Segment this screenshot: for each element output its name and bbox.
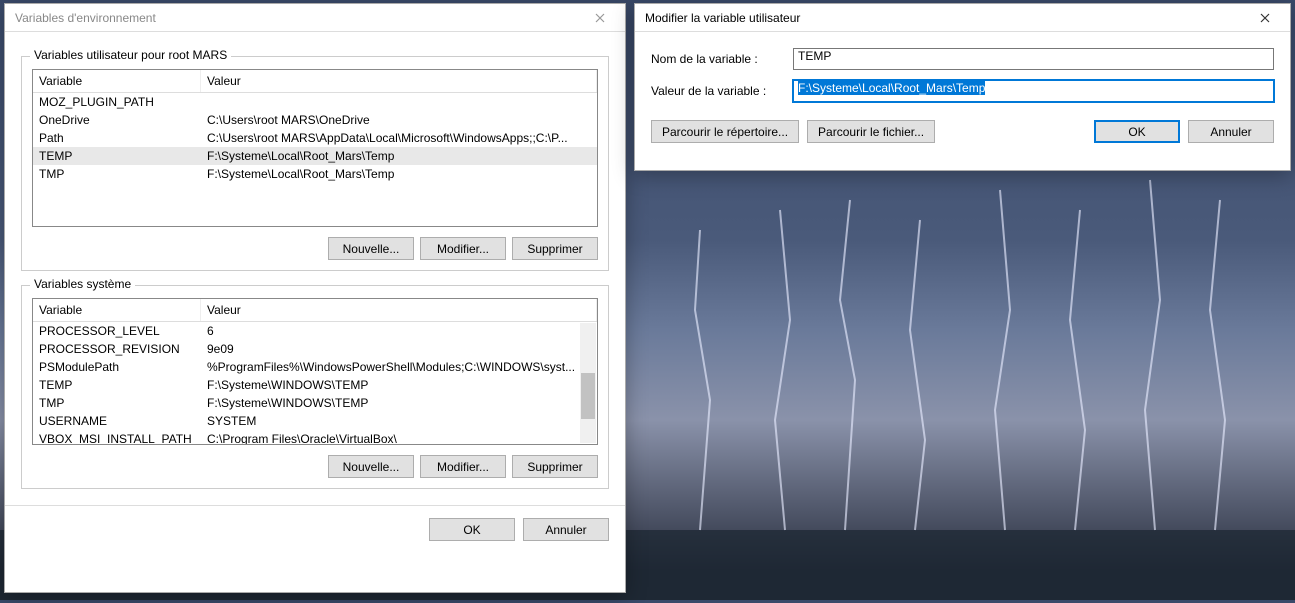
table-row[interactable]: MOZ_PLUGIN_PATH bbox=[33, 93, 597, 111]
table-row[interactable]: VBOX_MSI_INSTALL_PATH C:\Program Files\O… bbox=[33, 430, 597, 445]
cancel-button[interactable]: Annuler bbox=[523, 518, 609, 541]
table-row-selected[interactable]: TEMP F:\Systeme\Local\Root_Mars\Temp bbox=[33, 147, 597, 165]
table-row[interactable]: TEMP F:\Systeme\WINDOWS\TEMP bbox=[33, 376, 597, 394]
table-row[interactable]: Path C:\Users\root MARS\AppData\Local\Mi… bbox=[33, 129, 597, 147]
close-icon[interactable] bbox=[583, 7, 617, 29]
environment-variables-window: Variables d'environnement Variables util… bbox=[4, 3, 626, 593]
variable-value-input[interactable]: F:\Systeme\Local\Root_Mars\Temp bbox=[793, 80, 1274, 102]
table-row[interactable]: USERNAME SYSTEM bbox=[33, 412, 597, 430]
col-value-header[interactable]: Valeur bbox=[201, 299, 597, 321]
system-group-title: Variables système bbox=[30, 277, 135, 291]
ok-button[interactable]: OK bbox=[1094, 120, 1180, 143]
table-row[interactable]: TMP F:\Systeme\WINDOWS\TEMP bbox=[33, 394, 597, 412]
user-new-button[interactable]: Nouvelle... bbox=[328, 237, 414, 260]
system-edit-button[interactable]: Modifier... bbox=[420, 455, 506, 478]
table-row[interactable]: PROCESSOR_REVISION 9e09 bbox=[33, 340, 597, 358]
variable-name-input[interactable]: TEMP bbox=[793, 48, 1274, 70]
browse-directory-button[interactable]: Parcourir le répertoire... bbox=[651, 120, 799, 143]
system-variables-list[interactable]: Variable Valeur PROCESSOR_LEVEL 6 PROCES… bbox=[32, 298, 598, 445]
user-variables-group: Variables utilisateur pour root MARS Var… bbox=[21, 56, 609, 271]
system-new-button[interactable]: Nouvelle... bbox=[328, 455, 414, 478]
user-edit-button[interactable]: Modifier... bbox=[420, 237, 506, 260]
table-row[interactable]: OneDrive C:\Users\root MARS\OneDrive bbox=[33, 111, 597, 129]
col-value-header[interactable]: Valeur bbox=[201, 70, 597, 92]
list-header[interactable]: Variable Valeur bbox=[33, 299, 597, 322]
cancel-button[interactable]: Annuler bbox=[1188, 120, 1274, 143]
user-variables-list[interactable]: Variable Valeur MOZ_PLUGIN_PATH OneDrive… bbox=[32, 69, 598, 227]
window-title: Modifier la variable utilisateur bbox=[645, 11, 1248, 25]
close-icon[interactable] bbox=[1248, 7, 1282, 29]
system-variables-group: Variables système Variable Valeur PROCES… bbox=[21, 285, 609, 489]
titlebar[interactable]: Modifier la variable utilisateur bbox=[635, 4, 1290, 32]
scrollbar-thumb[interactable] bbox=[581, 373, 595, 419]
user-delete-button[interactable]: Supprimer bbox=[512, 237, 598, 260]
col-variable-header[interactable]: Variable bbox=[33, 299, 201, 321]
variable-value-label: Valeur de la variable : bbox=[651, 84, 793, 98]
variable-name-label: Nom de la variable : bbox=[651, 52, 793, 66]
user-group-title: Variables utilisateur pour root MARS bbox=[30, 48, 231, 62]
table-row[interactable]: PSModulePath %ProgramFiles%\WindowsPower… bbox=[33, 358, 597, 376]
browse-file-button[interactable]: Parcourir le fichier... bbox=[807, 120, 935, 143]
system-delete-button[interactable]: Supprimer bbox=[512, 455, 598, 478]
titlebar[interactable]: Variables d'environnement bbox=[5, 4, 625, 32]
scrollbar[interactable] bbox=[580, 323, 596, 443]
ok-button[interactable]: OK bbox=[429, 518, 515, 541]
list-header[interactable]: Variable Valeur bbox=[33, 70, 597, 93]
window-title: Variables d'environnement bbox=[15, 11, 583, 25]
table-row[interactable]: TMP F:\Systeme\Local\Root_Mars\Temp bbox=[33, 165, 597, 183]
col-variable-header[interactable]: Variable bbox=[33, 70, 201, 92]
table-row[interactable]: PROCESSOR_LEVEL 6 bbox=[33, 322, 597, 340]
edit-variable-window: Modifier la variable utilisateur Nom de … bbox=[634, 3, 1291, 171]
